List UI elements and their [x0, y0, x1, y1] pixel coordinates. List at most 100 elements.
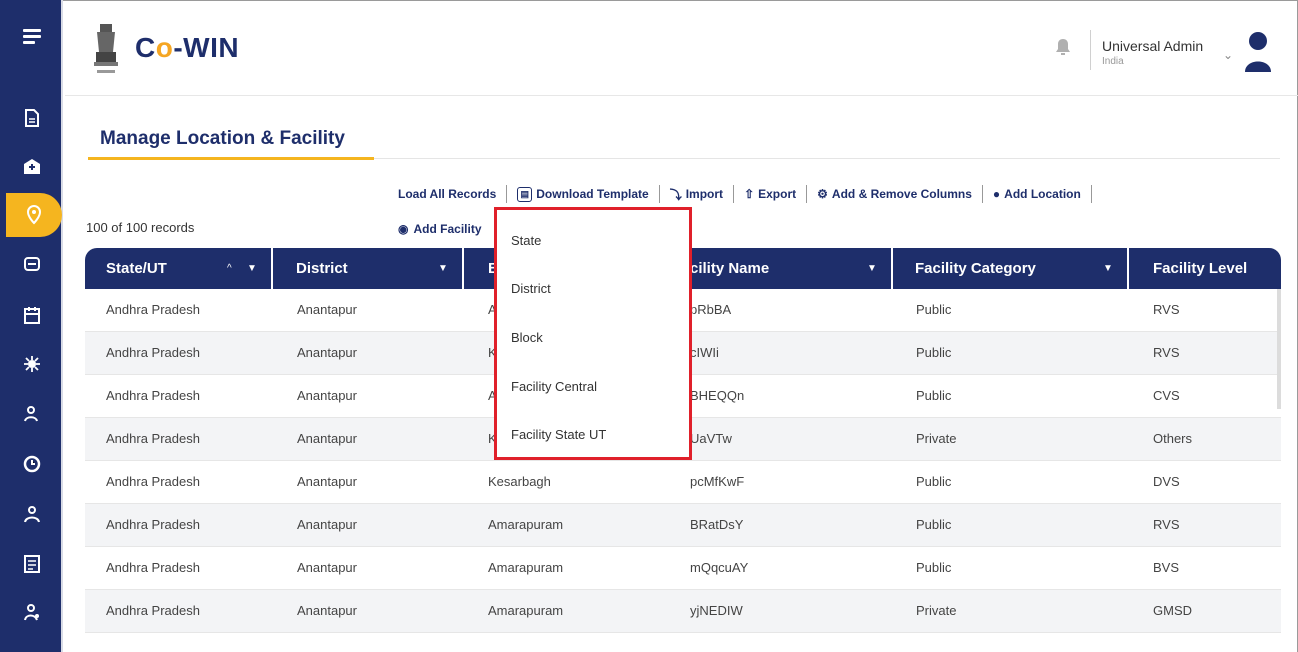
cell-block: Amarapuram: [488, 517, 564, 532]
divider: [374, 158, 1280, 159]
cell-district: Anantapur: [297, 517, 357, 532]
cell-facility-name: yjNEDIW: [690, 603, 743, 618]
cell-facility-name: UaVTw: [690, 431, 732, 446]
table-row[interactable]: Andhra Pradesh Anantapur Kesarbagh pcMfK…: [85, 461, 1281, 504]
add-facility-icon: ◉: [398, 222, 409, 236]
import-icon: ⤵: [669, 187, 682, 202]
user-region: India: [1102, 56, 1124, 67]
cell-state: Andhra Pradesh: [106, 560, 200, 575]
cell-facility-name: mQqcuAY: [690, 560, 749, 575]
import-label: Import: [685, 187, 724, 201]
cell-district: Anantapur: [297, 474, 357, 489]
sort-icon[interactable]: ^: [227, 248, 232, 289]
bell-icon[interactable]: [1055, 38, 1071, 56]
virus-icon[interactable]: [0, 342, 63, 386]
location-icon[interactable]: [6, 193, 62, 237]
cell-state: Andhra Pradesh: [106, 474, 200, 489]
add-facility-button[interactable]: ◉ Add Facility: [398, 222, 482, 236]
download-template-label: Download Template: [536, 187, 649, 201]
dropdown-item-district[interactable]: District: [511, 281, 551, 296]
users-icon[interactable]: [0, 492, 63, 536]
add-facility-label: Add Facility: [413, 222, 482, 236]
cell-state: Andhra Pradesh: [106, 517, 200, 532]
cell-state: Andhra Pradesh: [106, 302, 200, 317]
cell-facility-level: RVS: [1153, 302, 1180, 317]
column-divider: [462, 248, 464, 289]
top-header: Co-WIN Universal Admin India ⌄: [65, 0, 1298, 96]
cell-district: Anantapur: [297, 560, 357, 575]
cell-facility-category: Private: [916, 603, 957, 618]
dropdown-item-block[interactable]: Block: [511, 330, 543, 345]
admin-icon[interactable]: [0, 590, 63, 634]
vertical-scrollbar[interactable]: [1277, 289, 1281, 409]
vaccinator-icon[interactable]: [0, 392, 63, 436]
filter-dropdown-icon[interactable]: ▼: [1103, 248, 1113, 289]
load-all-records-button[interactable]: Load All Records: [398, 187, 496, 201]
app-logo[interactable]: Co-WIN: [135, 32, 239, 64]
cell-block: Amarapuram: [488, 603, 564, 618]
cell-state: Andhra Pradesh: [106, 431, 200, 446]
cell-state: Andhra Pradesh: [106, 345, 200, 360]
add-location-button[interactable]: ● Add Location: [993, 187, 1081, 201]
cell-facility-category: Public: [916, 302, 952, 317]
cell-facility-level: Others: [1153, 431, 1193, 446]
calendar-icon[interactable]: [0, 293, 63, 337]
user-divider: [1090, 30, 1091, 70]
cell-facility-level: RVS: [1153, 345, 1180, 360]
download-template-button[interactable]: ▤ Download Template: [517, 186, 649, 202]
dropdown-item-state[interactable]: State: [511, 233, 541, 248]
cell-district: Anantapur: [297, 345, 357, 360]
table-row[interactable]: Andhra Pradesh Anantapur Amarapuram yjNE…: [85, 590, 1281, 633]
app-logo-text: Co-WIN: [135, 32, 240, 63]
cell-state: Andhra Pradesh: [106, 603, 200, 618]
cell-facility-level: RVS: [1153, 517, 1180, 532]
avatar[interactable]: [1243, 30, 1273, 72]
cell-facility-category: Public: [916, 517, 952, 532]
cell-district: Anantapur: [297, 431, 357, 446]
cell-state: Andhra Pradesh: [106, 388, 200, 403]
cell-district: Anantapur: [297, 388, 357, 403]
filter-dropdown-icon[interactable]: ▼: [438, 248, 448, 289]
gear-icon: ⚙: [817, 187, 828, 201]
dropdown-item-facility-central[interactable]: Facility Central: [511, 379, 597, 394]
filter-dropdown-icon[interactable]: ▼: [247, 248, 257, 289]
column-header-district[interactable]: District: [296, 248, 348, 289]
export-button[interactable]: ⇧ Export: [744, 187, 796, 201]
register-icon[interactable]: [0, 542, 63, 586]
cell-facility-level: DVS: [1153, 474, 1180, 489]
chevron-down-icon[interactable]: ⌄: [1223, 48, 1233, 62]
vaccination-center-icon[interactable]: [0, 242, 63, 286]
toolbar-separator: [658, 185, 660, 203]
toolbar-separator: [981, 185, 983, 203]
column-header-facility-category[interactable]: Facility Category: [915, 248, 1036, 289]
column-header-facility-level[interactable]: Facility Level: [1153, 248, 1247, 289]
column-header-facility-name[interactable]: cility Name: [690, 248, 769, 289]
cell-facility-category: Public: [916, 560, 952, 575]
page-title: Manage Location & Facility: [100, 128, 345, 149]
toolbar-separator: [806, 185, 808, 203]
sidebar: [0, 0, 63, 652]
table-row[interactable]: Andhra Pradesh Anantapur Amarapuram BRat…: [85, 504, 1281, 547]
document-icon[interactable]: [0, 96, 63, 140]
menu-icon[interactable]: [0, 14, 63, 58]
filter-dropdown-icon[interactable]: ▼: [867, 248, 877, 289]
cell-district: Anantapur: [297, 302, 357, 317]
title-underline: [88, 157, 374, 160]
cell-facility-name: BRatDsY: [690, 517, 744, 532]
add-location-label: Add Location: [1004, 187, 1081, 201]
column-header-state[interactable]: State/UT: [106, 248, 167, 289]
add-remove-columns-button[interactable]: ⚙ Add & Remove Columns: [817, 187, 972, 201]
column-divider: [1127, 248, 1129, 289]
toolbar-separator: [506, 185, 508, 203]
table-row[interactable]: Andhra Pradesh Anantapur Amarapuram mQqc…: [85, 547, 1281, 590]
hospital-icon[interactable]: [0, 144, 63, 188]
cell-facility-category: Public: [916, 345, 952, 360]
column-divider: [891, 248, 893, 289]
dropdown-item-facility-state-ut[interactable]: Facility State UT: [511, 427, 606, 442]
user-name[interactable]: Universal Admin: [1102, 38, 1203, 54]
national-emblem-icon: [94, 24, 118, 73]
reports-icon[interactable]: [0, 442, 63, 486]
import-button[interactable]: ⤵ Import: [670, 186, 723, 203]
cell-facility-category: Public: [916, 474, 952, 489]
add-remove-columns-label: Add & Remove Columns: [831, 187, 972, 201]
